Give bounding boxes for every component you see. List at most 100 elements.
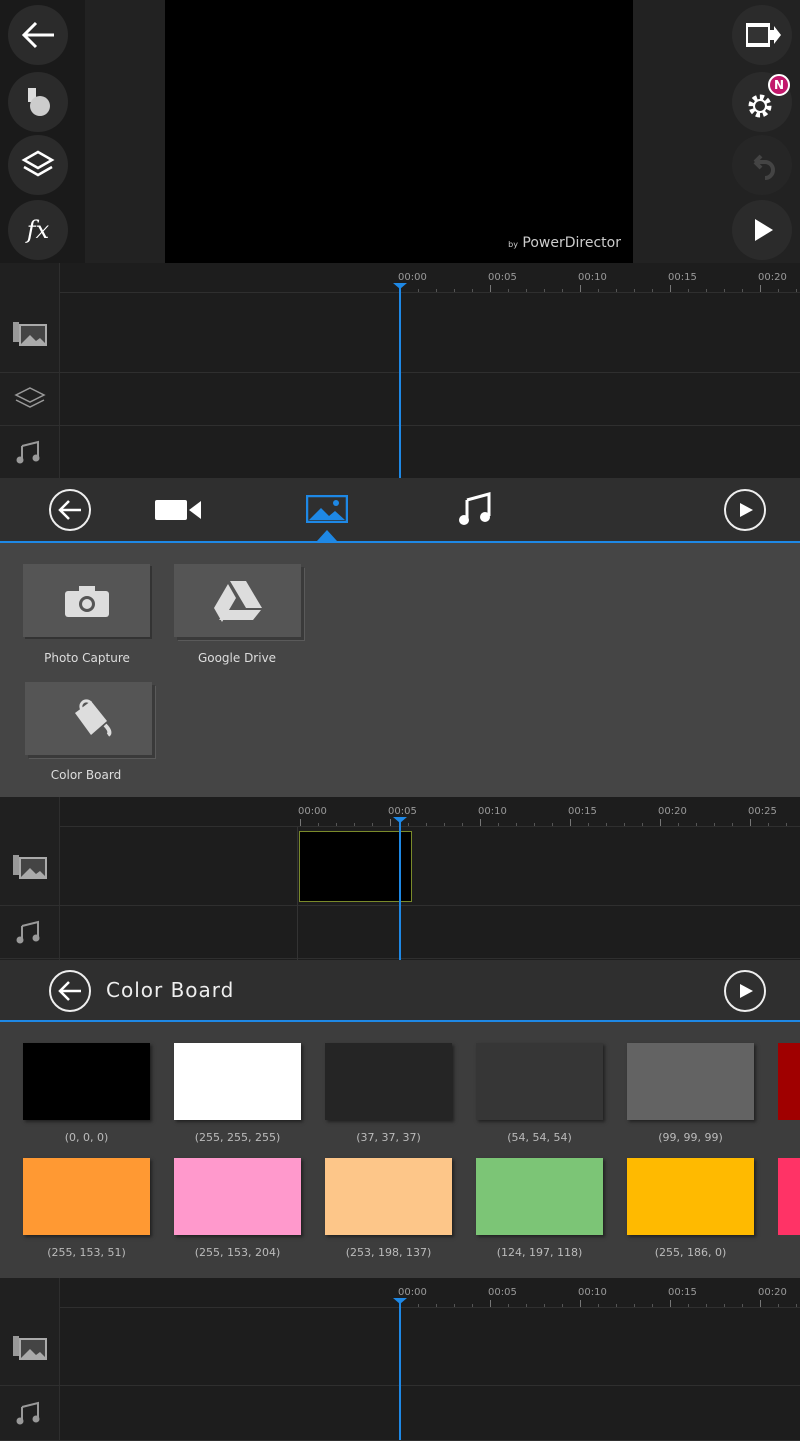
back-arrow-icon <box>58 981 81 1001</box>
timeline-middle[interactable]: 00:00 00:05 00:10 00:15 00:20 00:25 <box>0 797 800 960</box>
color-board-play-button[interactable] <box>724 970 766 1012</box>
color-swatch[interactable] <box>778 1043 800 1120</box>
fx-button[interactable]: fx <box>8 200 68 260</box>
ruler-minor-tick <box>318 823 319 826</box>
layers-button[interactable] <box>8 135 68 195</box>
clip-start-line <box>297 827 298 960</box>
ruler-major-tick <box>670 285 671 292</box>
playhead[interactable] <box>393 283 407 478</box>
color-swatch-label: (0, 0, 0) <box>64 1131 109 1144</box>
media-back-button[interactable] <box>49 489 91 531</box>
ruler-major-tick <box>480 819 481 826</box>
ruler-label: 00:10 <box>478 806 507 817</box>
ruler-minor-tick <box>454 1304 455 1307</box>
color-swatch-label: (255, 186, 0) <box>654 1246 727 1259</box>
preview-side <box>85 0 165 263</box>
ruler-minor-tick <box>652 1304 653 1307</box>
ruler-minor-tick <box>778 289 779 292</box>
ruler-minor-tick <box>436 1304 437 1307</box>
ruler-minor-tick <box>678 823 679 826</box>
ruler-minor-tick <box>706 289 707 292</box>
color-board-tile[interactable] <box>25 682 152 755</box>
ruler-minor-tick <box>426 823 427 826</box>
undo-button[interactable] <box>732 135 792 195</box>
powerdirector-watermark: by PowerDirector <box>508 235 621 251</box>
ruler-minor-tick <box>372 823 373 826</box>
playhead[interactable] <box>393 1298 407 1440</box>
time-ruler[interactable]: 00:00 00:05 00:10 00:15 00:20 <box>60 1278 800 1308</box>
ruler-minor-tick <box>786 823 787 826</box>
ruler-major-tick <box>750 819 751 826</box>
ruler-major-tick <box>490 285 491 292</box>
photo-capture-tile[interactable] <box>23 564 150 637</box>
ruler-minor-tick <box>714 823 715 826</box>
ruler-major-tick <box>660 819 661 826</box>
image-icon <box>305 494 349 524</box>
color-swatch[interactable] <box>23 1043 150 1120</box>
play-icon <box>740 984 753 998</box>
color-swatch[interactable] <box>476 1043 603 1120</box>
color-board-back-button[interactable] <box>49 970 91 1012</box>
color-swatch[interactable] <box>627 1043 754 1120</box>
color-swatch[interactable] <box>325 1158 452 1235</box>
color-swatch[interactable] <box>174 1043 301 1120</box>
track-image-icon <box>12 852 48 880</box>
color-swatch-label: (54, 54, 54) <box>507 1131 572 1144</box>
color-board-header: Color Board <box>0 960 800 1022</box>
media-tab-bar <box>0 478 800 543</box>
back-arrow-icon <box>21 21 54 49</box>
color-swatch[interactable] <box>325 1043 452 1120</box>
ruler-label: 00:25 <box>748 806 777 817</box>
play-icon <box>755 219 773 241</box>
ruler-major-tick <box>670 1300 671 1307</box>
timeline-bottom[interactable]: 00:00 00:05 00:10 00:15 00:20 <box>0 1278 800 1441</box>
google-drive-tile[interactable] <box>174 564 301 637</box>
color-swatch[interactable] <box>23 1158 150 1235</box>
photo-capture-label: Photo Capture <box>44 651 130 665</box>
ruler-minor-tick <box>724 1304 725 1307</box>
color-swatch[interactable] <box>174 1158 301 1235</box>
time-ruler[interactable]: 00:00 00:05 00:10 00:15 00:20 00:25 <box>60 797 800 827</box>
color-swatch[interactable] <box>627 1158 754 1235</box>
tab-music[interactable] <box>457 492 493 530</box>
track-layers-icon <box>12 385 48 413</box>
export-button[interactable] <box>732 5 792 65</box>
ruler-label: 00:20 <box>658 806 687 817</box>
ruler-label: 00:20 <box>758 272 787 283</box>
ruler-minor-tick <box>688 1304 689 1307</box>
play-button[interactable] <box>732 200 792 260</box>
time-ruler[interactable]: 00:00 00:05 00:10 00:15 00:20 <box>60 263 800 293</box>
timeline-top[interactable]: 00:00 00:05 00:10 00:15 00:20 <box>0 263 800 479</box>
layers-icon <box>21 150 55 177</box>
back-button[interactable] <box>8 5 68 65</box>
color-swatch[interactable] <box>778 1158 800 1235</box>
ruler-minor-tick <box>696 823 697 826</box>
tab-image[interactable] <box>305 494 349 527</box>
back-arrow-icon <box>58 500 81 520</box>
timeline-clip[interactable] <box>299 831 412 902</box>
ruler-minor-tick <box>598 1304 599 1307</box>
ruler-minor-tick <box>472 289 473 292</box>
ruler-minor-tick <box>606 823 607 826</box>
ruler-label: 00:10 <box>578 272 607 283</box>
music-icon <box>459 492 491 525</box>
ruler-label: 00:15 <box>668 1287 697 1298</box>
ruler-minor-tick <box>498 823 499 826</box>
color-swatch[interactable] <box>476 1158 603 1235</box>
settings-button[interactable]: N <box>732 72 792 132</box>
tab-video[interactable] <box>155 498 203 526</box>
ruler-minor-tick <box>778 1304 779 1307</box>
ruler-minor-tick <box>418 1304 419 1307</box>
ruler-minor-tick <box>742 289 743 292</box>
track-music-icon <box>12 438 48 466</box>
ruler-label: 00:00 <box>398 272 427 283</box>
playhead[interactable] <box>393 817 407 960</box>
ruler-label: 00:00 <box>398 1287 427 1298</box>
fx-icon: fx <box>26 216 50 244</box>
ruler-minor-tick <box>436 289 437 292</box>
media-play-button[interactable] <box>724 489 766 531</box>
ruler-label: 00:05 <box>388 806 417 817</box>
media-library-button[interactable] <box>8 72 68 132</box>
ruler-minor-tick <box>544 1304 545 1307</box>
export-video-icon <box>746 23 781 47</box>
